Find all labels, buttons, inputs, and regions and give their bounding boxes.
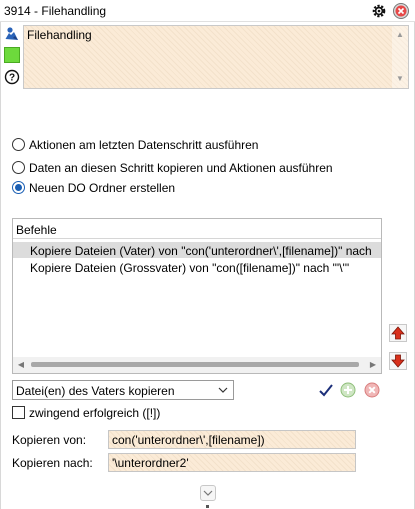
action-select[interactable]: Datei(en) des Vaters kopieren [12, 380, 234, 400]
close-icon[interactable] [392, 2, 410, 20]
expand-button[interactable] [200, 485, 216, 501]
checkbox-label: zwingend erfolgreich ([!]) [29, 406, 161, 420]
scroll-right-icon[interactable]: ▶ [368, 360, 378, 370]
description-textarea[interactable]: Filehandling ▲ ▼ [23, 25, 409, 89]
radio-label: Aktionen am letzten Datenschritt ausführ… [29, 138, 259, 152]
scroll-thumb[interactable] [31, 362, 359, 367]
chevron-down-icon [203, 490, 213, 496]
radio-button[interactable] [12, 161, 25, 174]
action-select-value: Datei(en) des Vaters kopieren [16, 384, 175, 398]
move-down-button[interactable] [389, 352, 407, 370]
arrow-up-icon [391, 326, 405, 340]
horizontal-scrollbar[interactable]: ◀ ▶ [13, 357, 381, 373]
scroll-down-icon[interactable]: ▼ [395, 75, 405, 83]
remove-icon[interactable] [364, 382, 380, 398]
move-up-button[interactable] [389, 324, 407, 342]
scroll-left-icon[interactable]: ◀ [16, 360, 26, 370]
arrow-down-icon [391, 354, 405, 368]
settings-gear-icon[interactable] [370, 2, 388, 20]
help-icon[interactable]: ? [4, 69, 20, 85]
radio-label: Daten an diesen Schritt kopieren und Akt… [29, 161, 333, 175]
add-icon[interactable] [340, 382, 356, 398]
window-title: 3914 - Filehandling [4, 4, 107, 18]
copy-to-label: Kopieren nach: [12, 456, 93, 470]
resize-grip[interactable] [206, 505, 209, 508]
vertical-scrollbar[interactable]: ▲ ▼ [392, 26, 408, 88]
radio-button[interactable] [12, 138, 25, 151]
description-text: Filehandling [27, 28, 92, 42]
copy-to-field[interactable]: '\unterordner2' [108, 453, 356, 472]
copy-from-value: con('unterordner\',[filename]) [112, 433, 265, 447]
list-header: Befehle [13, 219, 381, 239]
radio-label: Neuen DO Ordner erstellen [29, 181, 176, 195]
copy-from-label: Kopieren von: [12, 433, 87, 447]
radio-button-selected[interactable] [12, 181, 25, 194]
list-item[interactable]: Kopiere Dateien (Vater) von "con('untero… [13, 242, 381, 258]
confirm-check-icon[interactable] [318, 382, 334, 398]
commands-list[interactable]: Befehle Kopiere Dateien (Vater) von "con… [12, 218, 382, 374]
copy-to-value: '\unterordner2' [112, 456, 189, 470]
title-bar: 3914 - Filehandling [0, 0, 415, 22]
svg-text:?: ? [9, 73, 15, 84]
color-swatch-icon[interactable] [4, 47, 20, 63]
user-pin-icon[interactable] [4, 26, 20, 42]
list-item[interactable]: Kopiere Dateien (Grossvater) von "con([f… [13, 259, 381, 275]
mandatory-success-checkbox[interactable] [12, 406, 25, 419]
chevron-down-icon [218, 387, 228, 393]
copy-from-field[interactable]: con('unterordner\',[filename]) [108, 430, 356, 449]
scroll-up-icon[interactable]: ▲ [395, 31, 405, 39]
